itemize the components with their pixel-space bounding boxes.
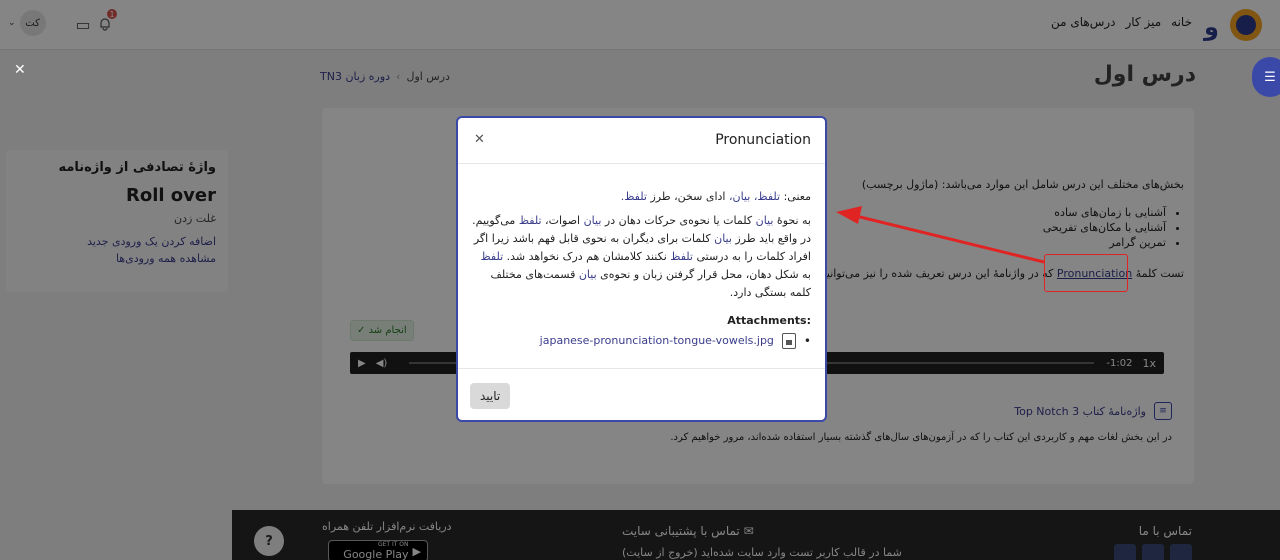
glossary-term-link[interactable]: بیان xyxy=(579,268,597,281)
glossary-modal: Pronunciation ✕ معنی: تلفظ، بیان، ادای س… xyxy=(456,116,827,422)
glossary-term-link[interactable]: تلفظ xyxy=(670,250,693,263)
glossary-term-link[interactable]: بیان xyxy=(714,232,732,245)
meaning-line: معنی: تلفظ، بیان، ادای سخن، طرز تلفظ. xyxy=(471,188,811,206)
attachments-title: Attachments: xyxy=(727,314,811,327)
attachment-item: • japanese-pronunciation-tongue-vowels.j… xyxy=(471,332,811,350)
list-bullet: • xyxy=(803,334,811,348)
modal-header: Pronunciation ✕ xyxy=(458,118,825,164)
definition-text: به نحوهٔ xyxy=(773,214,811,227)
definition-text: اصوات، xyxy=(541,214,584,227)
close-drawer-icon[interactable]: ✕ xyxy=(14,62,26,78)
definition-text: نکنند کلامشان هم درک نخواهد شد. xyxy=(503,250,671,263)
confirm-button[interactable]: تایید xyxy=(470,383,511,409)
attachment-file-link[interactable]: japanese-pronunciation-tongue-vowels.jpg xyxy=(540,332,774,350)
page-title: درس اول xyxy=(1093,62,1196,87)
glossary-term-link[interactable]: بیان xyxy=(756,214,774,227)
glossary-term-link[interactable]: تلفظ xyxy=(480,250,503,263)
definition-paragraph: به نحوهٔ بیان کلمات یا نحوه‌ی حرکات دهان… xyxy=(471,212,811,302)
image-file-icon xyxy=(781,333,796,349)
meaning-term[interactable]: تلفظ. xyxy=(621,190,647,203)
glossary-term-link[interactable]: بیان xyxy=(584,214,602,227)
modal-body: معنی: تلفظ، بیان، ادای سخن، طرز تلفظ. به… xyxy=(471,188,811,350)
definition-text: به شکل دهان، محل قرار گرفتن زبان و نحوه‌… xyxy=(596,268,811,281)
meaning-term: طرز xyxy=(650,190,671,203)
close-icon[interactable]: ✕ xyxy=(474,132,485,147)
meaning-term: ادای سخن، xyxy=(674,190,726,203)
course-index-toggle-icon[interactable]: ☰ xyxy=(1252,57,1280,97)
annotation-highlight-box xyxy=(1044,254,1128,292)
modal-footer: تایید xyxy=(458,368,825,420)
meaning-label: معنی: xyxy=(783,190,811,203)
meaning-term[interactable]: بیان، xyxy=(729,190,750,203)
meaning-term[interactable]: تلفظ، xyxy=(754,190,780,203)
glossary-term-link[interactable]: تلفظ xyxy=(519,214,542,227)
definition-text: کلمات یا نحوه‌ی حرکات دهان در xyxy=(601,214,756,227)
modal-title: Pronunciation xyxy=(715,132,811,148)
